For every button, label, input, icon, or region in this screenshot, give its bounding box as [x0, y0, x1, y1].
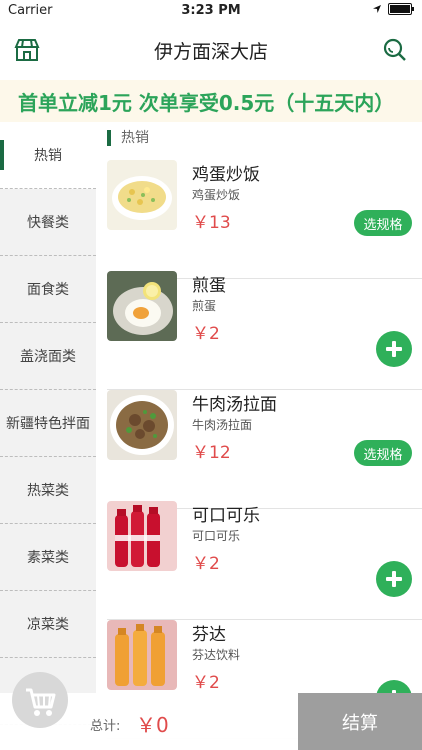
item-name: 煎蛋 [192, 276, 226, 296]
page-title: 伊方面深大店 [153, 41, 268, 63]
promo-banner: 首单立减1元 次单享受0.5元（十五天内） [0, 80, 422, 122]
category-sidebar: 热销 快餐类 面食类 盖浇面类 新疆特色拌面 热菜类 素菜类 凉菜类 [0, 122, 96, 750]
add-to-cart-button[interactable] [376, 561, 412, 597]
checkout-button[interactable]: 结算 [298, 693, 422, 750]
cart-icon [26, 688, 56, 716]
category-label: 盖浇面类 [20, 349, 76, 365]
category-item-hot-dishes[interactable]: 热菜类 [0, 457, 96, 524]
item-price: ￥12 [192, 443, 231, 463]
item-price: ￥2 [192, 554, 220, 574]
category-item-vegetable-dishes[interactable]: 素菜类 [0, 524, 96, 591]
item-description: 鸡蛋炒饭 [192, 188, 241, 202]
category-item-fastfood[interactable]: 快餐类 [0, 189, 96, 256]
category-item-topped-noodles[interactable]: 盖浇面类 [0, 323, 96, 390]
location-arrow-icon [373, 5, 381, 13]
item-price: ￥2 [192, 324, 220, 344]
menu-item[interactable]: 牛肉汤拉面 牛肉汤拉面 ￥12 选规格 [107, 390, 422, 509]
fried-rice-photo [107, 160, 177, 230]
fanta-photo [107, 620, 177, 690]
menu-item[interactable]: 可口可乐 可口可乐 ￥2 [107, 501, 422, 620]
category-label: 面食类 [27, 282, 69, 298]
cart-button[interactable] [12, 672, 68, 728]
add-to-cart-button[interactable] [376, 331, 412, 367]
category-label: 新疆特色拌面 [6, 416, 90, 432]
item-name: 鸡蛋炒饭 [192, 165, 260, 185]
section-title: 热销 [107, 130, 149, 146]
battery-icon [388, 3, 414, 15]
item-name: 牛肉汤拉面 [192, 395, 277, 415]
menu-item[interactable]: 鸡蛋炒饭 鸡蛋炒饭 ￥13 选规格 [107, 160, 422, 279]
category-label: 凉菜类 [27, 617, 69, 633]
item-description: 牛肉汤拉面 [192, 418, 253, 432]
noodle-soup-photo [107, 390, 177, 460]
item-price: ￥2 [192, 673, 220, 693]
choose-spec-button[interactable]: 选规格 [354, 210, 412, 236]
status-icons [372, 3, 414, 15]
item-price: ￥13 [192, 213, 231, 233]
item-name: 芬达 [192, 625, 226, 645]
category-item-xinjiang-noodles[interactable]: 新疆特色拌面 [0, 390, 96, 457]
category-label: 素菜类 [27, 550, 69, 566]
menu-item[interactable]: 煎蛋 煎蛋 ￥2 [107, 271, 422, 390]
category-item-noodles[interactable]: 面食类 [0, 256, 96, 323]
category-item-cold-dishes[interactable]: 凉菜类 [0, 591, 96, 658]
cola-photo [107, 501, 177, 571]
category-label: 快餐类 [27, 215, 69, 231]
category-label: 热菜类 [27, 483, 69, 499]
fried-egg-photo [107, 271, 177, 341]
total-label: 总计: [90, 719, 121, 734]
category-item-hot[interactable]: 热销 [0, 122, 96, 189]
category-label: 热销 [34, 148, 62, 164]
item-description: 芬达饮料 [192, 648, 241, 662]
total-amount: ￥0 [136, 713, 169, 737]
status-bar: Carrier 3:23 PM [0, 0, 422, 22]
clock: 3:23 PM [181, 3, 241, 18]
search-icon[interactable] [382, 37, 408, 63]
nav-bar: 伊方面深大店 [0, 22, 422, 80]
item-description: 可口可乐 [192, 529, 241, 543]
item-name: 可口可乐 [192, 506, 260, 526]
choose-spec-button[interactable]: 选规格 [354, 440, 412, 466]
promo-text: 首单立减1元 次单享受0.5元（十五天内） [18, 91, 395, 115]
item-description: 煎蛋 [192, 299, 217, 313]
